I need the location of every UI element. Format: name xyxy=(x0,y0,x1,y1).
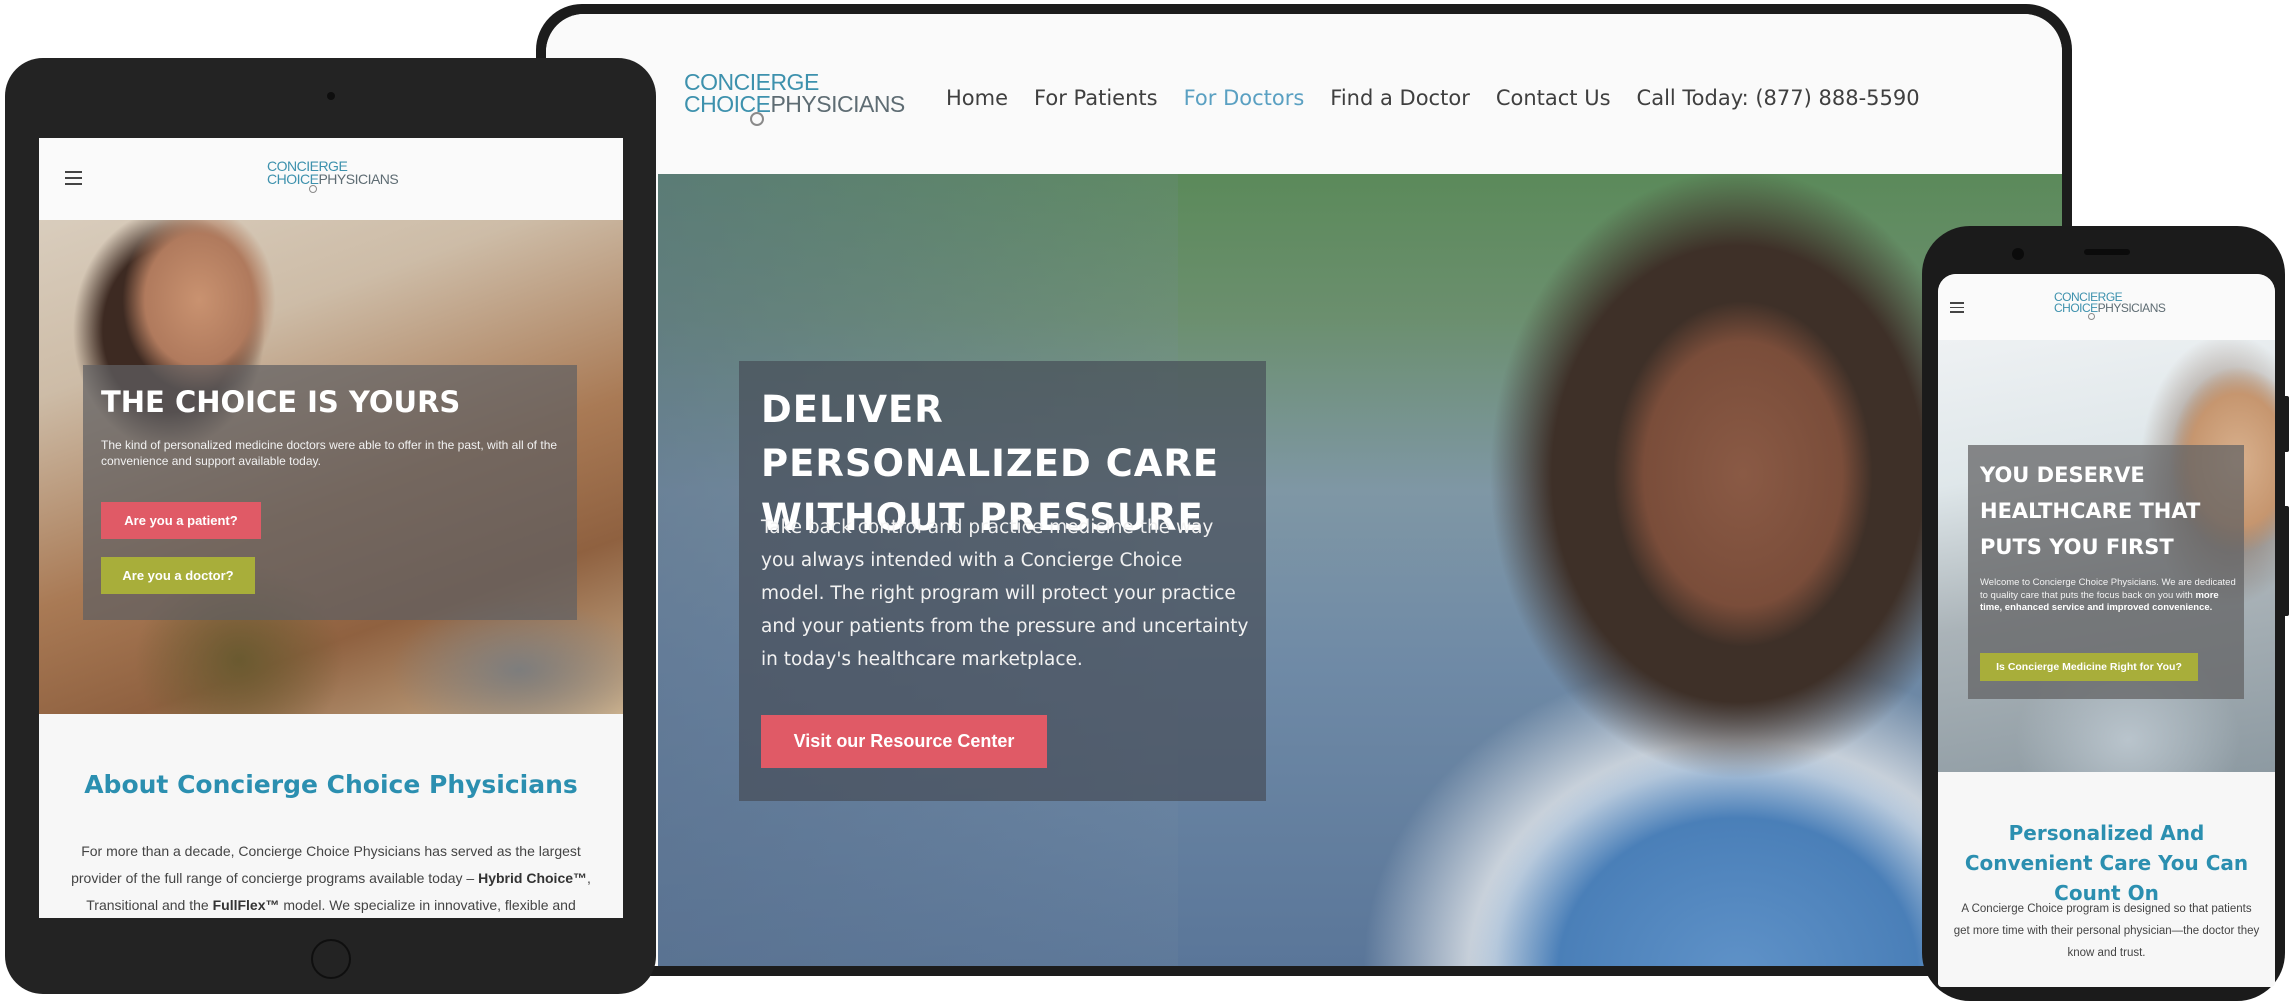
desktop-screen: CONCIERGE CHOICEPHYSICIANS Home For Pati… xyxy=(546,14,2062,966)
desktop-main-nav: Home For Patients For Doctors Find a Doc… xyxy=(946,86,1920,110)
phone-hero-card: YOU DESERVE HEALTHCARE THAT PUTS YOU FIR… xyxy=(1968,445,2244,699)
logo-physicians: PHYSICIANS xyxy=(318,171,399,188)
nav-find-a-doctor[interactable]: Find a Doctor xyxy=(1330,86,1470,110)
phone-device-frame: CONCIERGE CHOICEPHYSICIANS YOU DESERVE H… xyxy=(1922,226,2289,1001)
desktop-hero-card: DELIVER PERSONALIZED CARE WITHOUT PRESSU… xyxy=(739,361,1266,801)
phone-camera xyxy=(2012,248,2024,260)
phone-care-section: Personalized And Convenient Care You Can… xyxy=(1938,772,2275,987)
tablet-hero-image: THE CHOICE IS YOURS The kind of personal… xyxy=(39,220,623,714)
resource-center-button[interactable]: Visit our Resource Center xyxy=(761,715,1047,768)
hybrid-choice-bold: Hybrid Choice™ xyxy=(478,870,588,886)
desktop-logo[interactable]: CONCIERGE CHOICEPHYSICIANS xyxy=(684,71,905,126)
phone-speaker xyxy=(2084,249,2130,255)
phone-screen: CONCIERGE CHOICEPHYSICIANS YOU DESERVE H… xyxy=(1938,274,2275,987)
logo-swirl-icon xyxy=(750,112,764,126)
nav-for-doctors[interactable]: For Doctors xyxy=(1184,86,1305,110)
phone-header: CONCIERGE CHOICEPHYSICIANS xyxy=(1938,274,2275,340)
tablet-logo[interactable]: CONCIERGE CHOICEPHYSICIANS xyxy=(267,159,399,193)
nav-call-today[interactable]: Call Today: (877) 888-5590 xyxy=(1637,86,1920,110)
about-title: About Concierge Choice Physicians xyxy=(84,770,578,799)
phone-hero-title: YOU DESERVE HEALTHCARE THAT PUTS YOU FIR… xyxy=(1980,463,2201,559)
logo-line-2: CHOICEPHYSICIANS xyxy=(684,90,905,117)
logo-physicians: PHYSICIANS xyxy=(770,90,905,117)
about-text: For more than a decade, Concierge Choice… xyxy=(61,838,601,918)
logo-line-2: CHOICEPHYSICIANS xyxy=(267,171,399,188)
care-section-title: Personalized And Convenient Care You Can… xyxy=(1964,821,2249,905)
phone-side-button xyxy=(2283,506,2289,616)
concierge-medicine-right-button[interactable]: Is Concierge Medicine Right for You? xyxy=(1980,653,2198,681)
tablet-home-button xyxy=(311,939,351,979)
fullflex-bold: FullFlex™ xyxy=(212,897,280,913)
nav-home[interactable]: Home xyxy=(946,86,1008,110)
desktop-device-frame: CONCIERGE CHOICEPHYSICIANS Home For Pati… xyxy=(536,4,2072,976)
phone-hero-image: YOU DESERVE HEALTHCARE THAT PUTS YOU FIR… xyxy=(1938,340,2275,772)
hamburger-menu-icon[interactable] xyxy=(65,171,82,189)
care-section-text: A Concierge Choice program is designed s… xyxy=(1953,903,2260,959)
tablet-camera xyxy=(327,92,335,100)
tablet-about-section: About Concierge Choice Physicians For mo… xyxy=(39,714,623,918)
are-you-doctor-button[interactable]: Are you a doctor? xyxy=(101,557,255,594)
logo-swirl-icon xyxy=(309,185,317,193)
logo-physicians: PHYSICIANS xyxy=(2097,301,2166,316)
tablet-header: CONCIERGE CHOICEPHYSICIANS xyxy=(39,138,623,220)
tablet-device-frame: CONCIERGE CHOICEPHYSICIANS THE CHOICE IS… xyxy=(5,58,656,994)
phone-hero-text: Welcome to Concierge Choice Physicians. … xyxy=(1980,577,2236,615)
logo-swirl-icon xyxy=(2088,313,2095,320)
hamburger-menu-icon[interactable] xyxy=(1950,302,1964,316)
nav-for-patients[interactable]: For Patients xyxy=(1034,86,1158,110)
desktop-hero-image: DELIVER PERSONALIZED CARE WITHOUT PRESSU… xyxy=(658,174,2062,966)
desktop-header: CONCIERGE CHOICEPHYSICIANS Home For Pati… xyxy=(546,14,2062,170)
about-text-part: model. We specialize in innovative, flex… xyxy=(279,897,576,913)
logo-line-2: CHOICEPHYSICIANS xyxy=(2054,301,2166,316)
are-you-patient-button[interactable]: Are you a patient? xyxy=(101,502,261,539)
phone-logo[interactable]: CONCIERGE CHOICEPHYSICIANS xyxy=(2054,291,2166,320)
desktop-hero-text: Take back control and practice medicine … xyxy=(761,517,1249,670)
tablet-hero-card: THE CHOICE IS YOURS The kind of personal… xyxy=(83,365,577,620)
phone-side-button xyxy=(2283,396,2289,452)
tablet-hero-title: THE CHOICE IS YOURS xyxy=(101,385,461,419)
nav-contact-us[interactable]: Contact Us xyxy=(1496,86,1611,110)
tablet-screen: CONCIERGE CHOICEPHYSICIANS THE CHOICE IS… xyxy=(39,138,623,918)
tablet-hero-text: The kind of personalized medicine doctor… xyxy=(101,438,558,468)
